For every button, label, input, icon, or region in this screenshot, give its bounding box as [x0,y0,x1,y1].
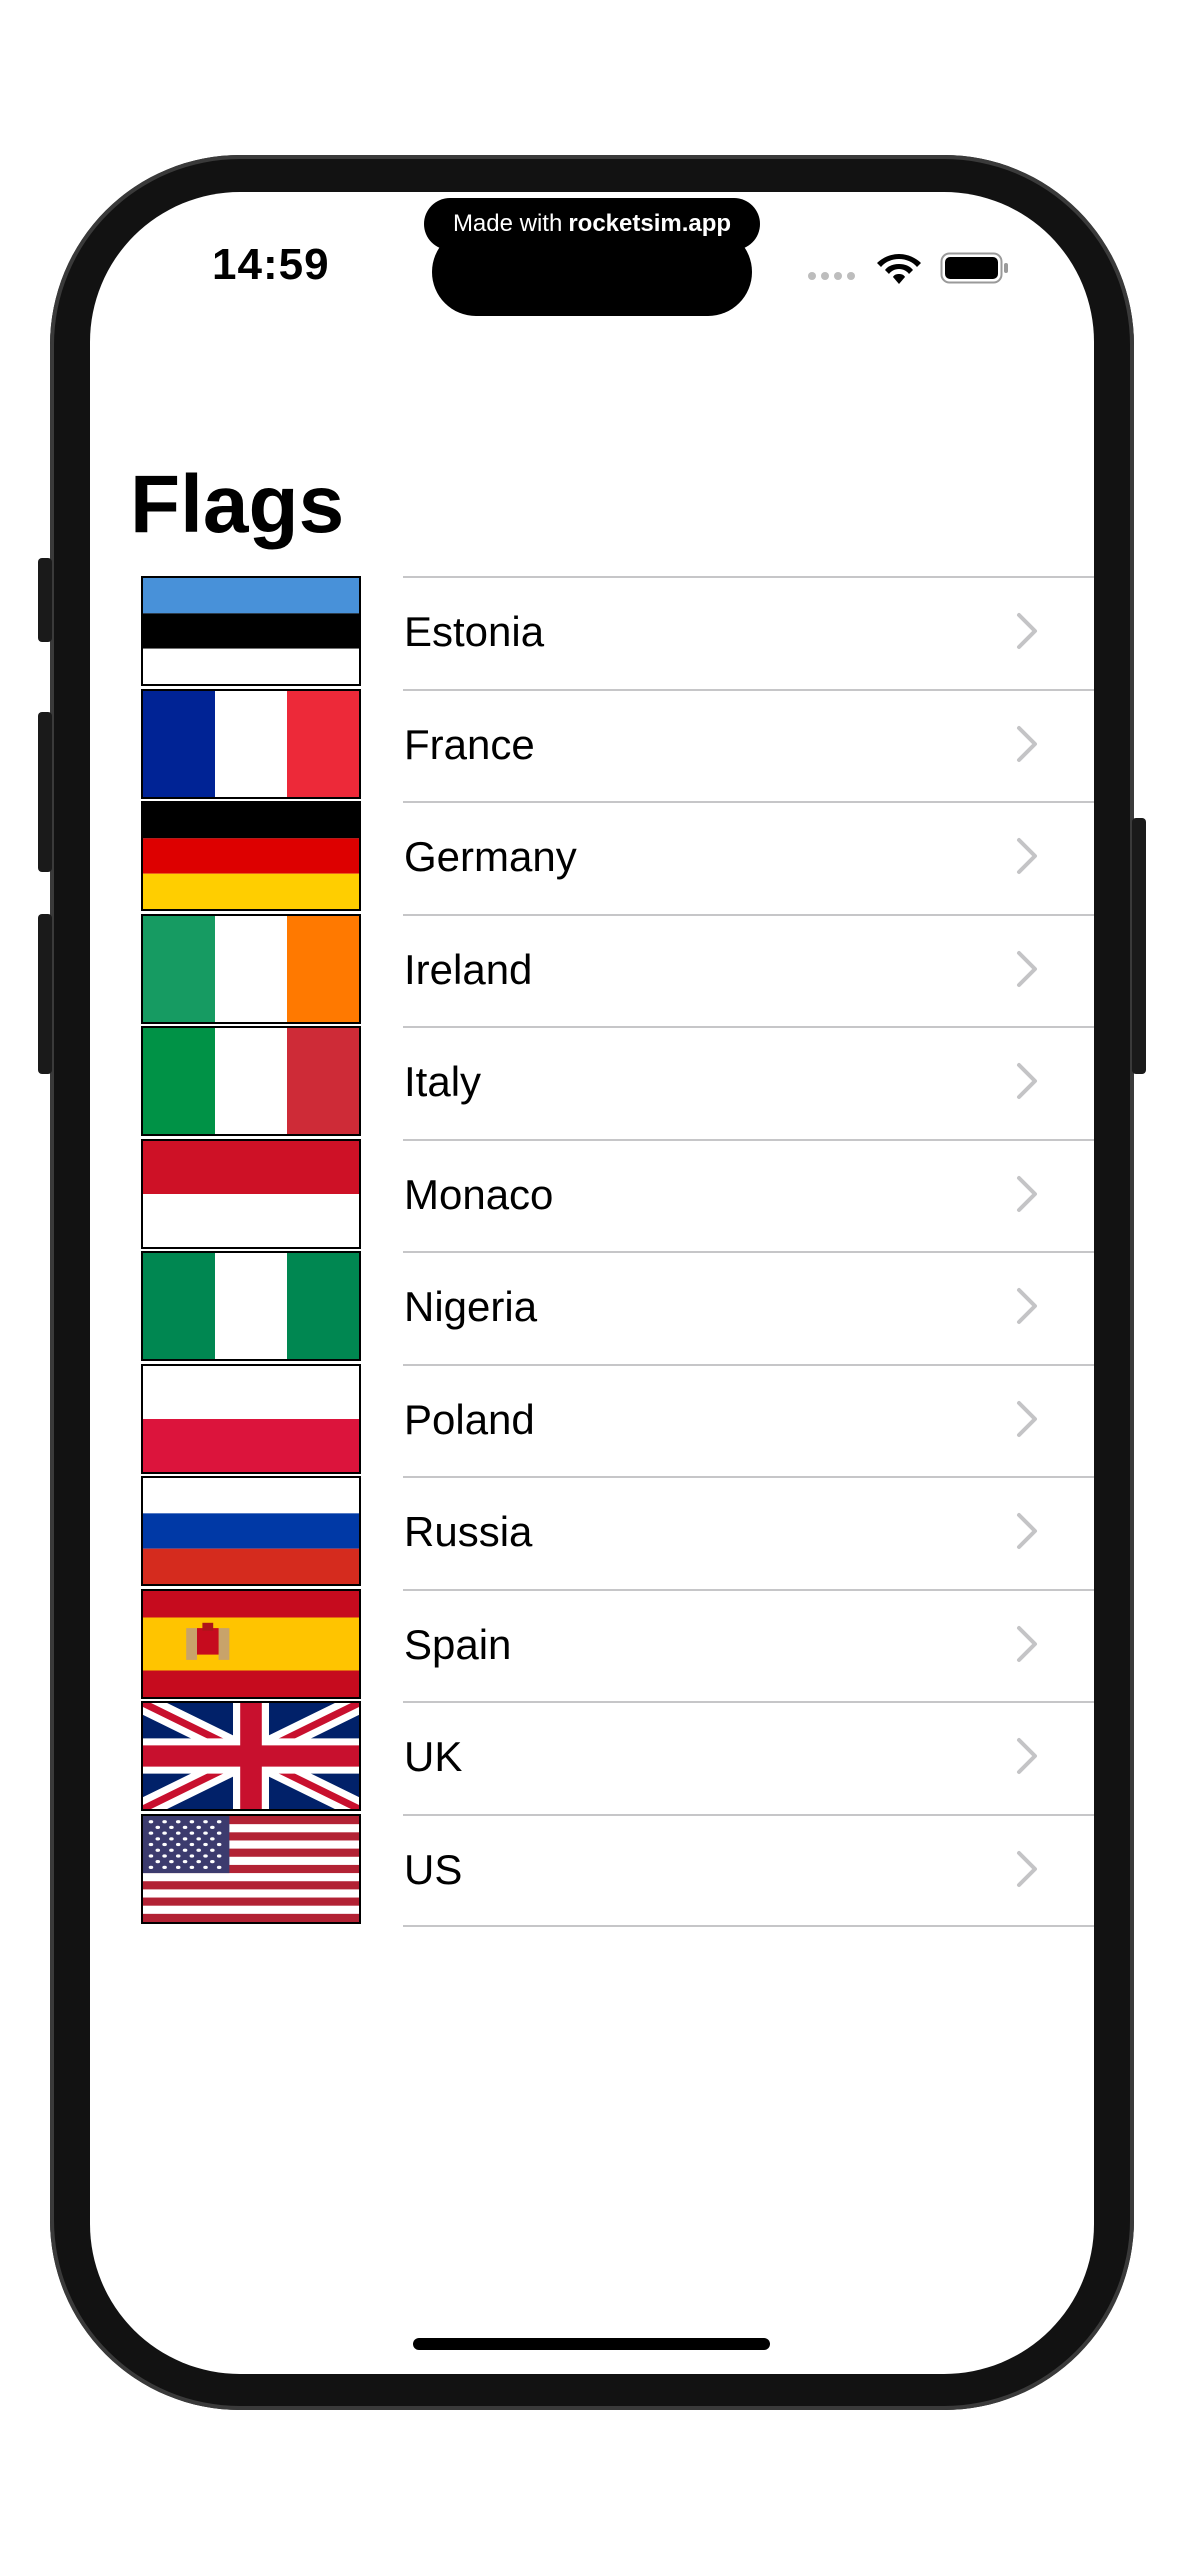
chevron-right-icon [1017,838,1037,874]
chevron-right-icon [1017,1738,1037,1774]
list-item-us[interactable]: US [90,1813,1094,1927]
list-item-ireland[interactable]: Ireland [90,913,1094,1027]
us-flag-image [141,1813,361,1924]
row-separator [403,1138,1094,1141]
list-item-germany[interactable]: Germany [90,801,1094,914]
volume-down-button [38,914,52,1074]
country-name: Germany [404,833,577,880]
rocketsim-badge: Made with rocketsim.app [424,198,760,250]
country-name: US [404,1845,463,1893]
chevron-right-icon [1017,1625,1037,1662]
row-separator [403,1924,1094,1927]
country-name: Monaco [404,1170,554,1218]
chevron-right-icon [1017,1400,1037,1437]
nigeria-flag-image [141,1251,361,1361]
country-name: Nigeria [404,1283,538,1330]
list-item-uk[interactable]: UK [90,1701,1094,1814]
russia-flag-image [141,1476,361,1586]
chevron-right-icon [1017,950,1037,987]
list-item-italy[interactable]: Italy [90,1026,1094,1139]
row-separator [403,1363,1094,1366]
badge-prefix: Made with [452,210,563,237]
status-time: 14:59 [212,240,330,289]
ireland-flag-image [141,913,361,1024]
home-indicator[interactable] [413,2338,770,2350]
country-name: UK [404,1733,463,1780]
country-name: Estonia [404,608,545,655]
country-name: Russia [404,1508,533,1555]
list-item-estonia[interactable]: Estonia [90,576,1094,689]
estonia-flag-image [141,576,361,686]
country-name: Spain [404,1620,512,1668]
row-separator [403,801,1094,803]
battery-icon [940,252,1008,284]
badge-brand: rocketsim.app [568,210,732,237]
chevron-right-icon [1017,1850,1037,1887]
row-separator [403,1026,1094,1028]
row-separator [403,1251,1094,1253]
list-item-spain[interactable]: Spain [90,1588,1094,1702]
italy-flag-image [141,1026,361,1136]
monaco-flag-image [141,1138,361,1249]
chevron-right-icon [1017,1288,1037,1324]
spain-flag-image [141,1588,361,1699]
mute-switch [38,558,52,642]
chevron-right-icon [1017,725,1037,762]
wifi-icon [877,254,921,284]
poland-flag-image [141,1363,361,1474]
row-separator [403,1701,1094,1703]
list-item-russia[interactable]: Russia [90,1476,1094,1589]
row-separator [403,688,1094,691]
power-button [1132,818,1146,1074]
chevron-right-icon [1017,1175,1037,1212]
list-item-france[interactable]: France [90,688,1094,802]
country-name: Ireland [404,945,533,993]
country-name: Italy [404,1058,482,1105]
germany-flag-image [141,801,361,911]
country-list: Estonia France Germany Ireland Italy Mon… [90,576,1094,1927]
country-name: Poland [404,1395,535,1443]
chevron-right-icon [1017,1513,1037,1549]
chevron-right-icon [1017,1063,1037,1099]
page-title: Flags [130,459,345,550]
list-item-poland[interactable]: Poland [90,1363,1094,1477]
row-separator [403,1476,1094,1478]
row-separator [403,1588,1094,1591]
cellular-dots-icon [808,272,855,280]
volume-up-button [38,712,52,872]
row-separator [403,913,1094,916]
chevron-right-icon [1017,613,1037,649]
list-item-nigeria[interactable]: Nigeria [90,1251,1094,1364]
france-flag-image [141,688,361,799]
country-name: France [404,720,535,768]
uk-flag-image [141,1701,361,1811]
row-separator [403,576,1094,578]
list-item-monaco[interactable]: Monaco [90,1138,1094,1252]
row-separator [403,1813,1094,1816]
